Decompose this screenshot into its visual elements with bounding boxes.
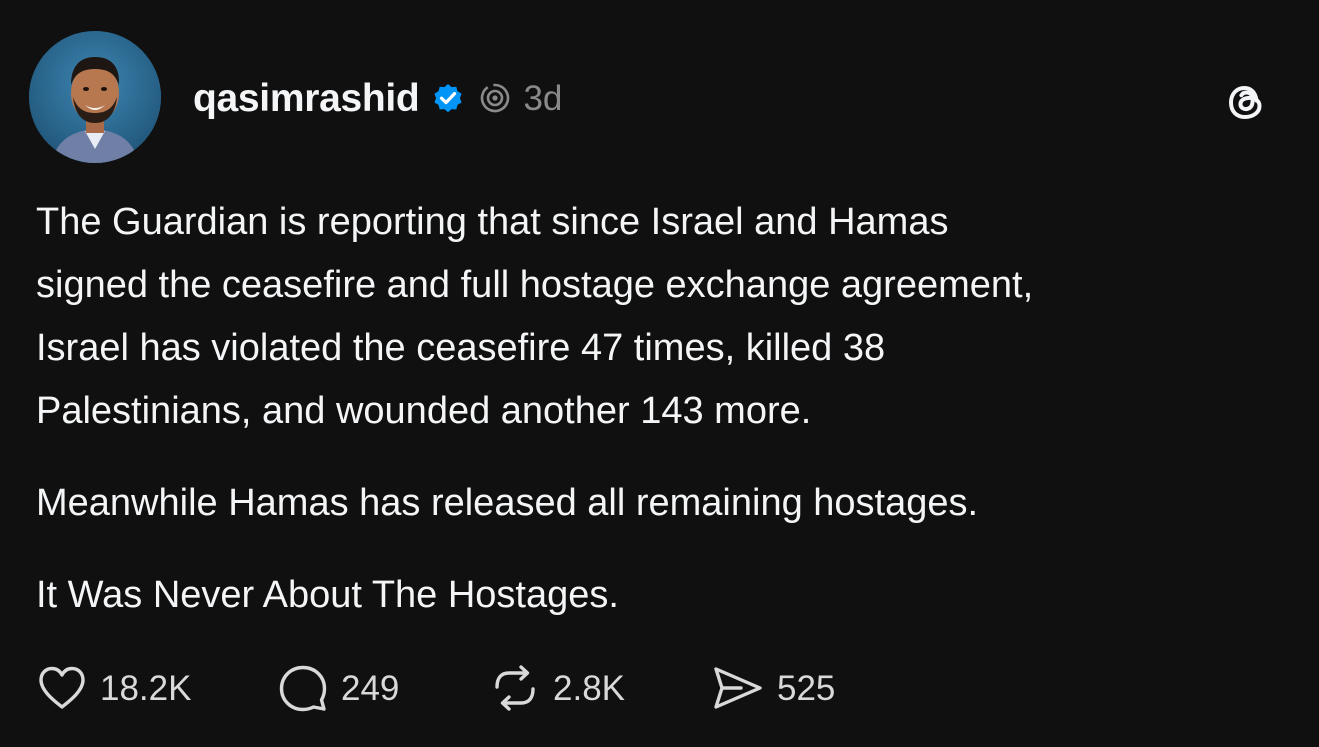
- post-text-paragraph-1: The Guardian is reporting that since Isr…: [36, 201, 1034, 432]
- post-text-paragraph-3: It Was Never About The Hostages.: [36, 574, 619, 616]
- avatar[interactable]: [29, 31, 161, 163]
- comment-icon: [277, 663, 329, 713]
- heart-icon: [36, 664, 88, 712]
- verified-badge-icon: [431, 81, 465, 115]
- post-timestamp: 3d: [523, 78, 563, 118]
- threads-post: qasimrashid 3d The Guardian is reporting…: [0, 0, 1319, 747]
- like-button[interactable]: 18.2K: [36, 664, 277, 712]
- reply-count: 249: [341, 668, 400, 708]
- share-count: 525: [777, 668, 836, 708]
- repost-button[interactable]: 2.8K: [489, 663, 711, 713]
- post-header: qasimrashid 3d: [193, 72, 562, 124]
- fediverse-icon: [477, 80, 513, 116]
- avatar-image: [29, 31, 161, 163]
- send-icon: [711, 663, 765, 713]
- like-count: 18.2K: [100, 668, 192, 708]
- username-link[interactable]: qasimrashid: [193, 79, 420, 118]
- post-text-paragraph-2: Meanwhile Hamas has released all remaini…: [36, 482, 979, 524]
- action-bar: 18.2K 249 2.8K 525: [36, 660, 835, 716]
- repost-icon: [489, 663, 541, 713]
- repost-count: 2.8K: [553, 668, 625, 708]
- share-button[interactable]: 525: [711, 663, 835, 713]
- reply-button[interactable]: 249: [277, 663, 489, 713]
- threads-logo-icon[interactable]: [1222, 78, 1270, 126]
